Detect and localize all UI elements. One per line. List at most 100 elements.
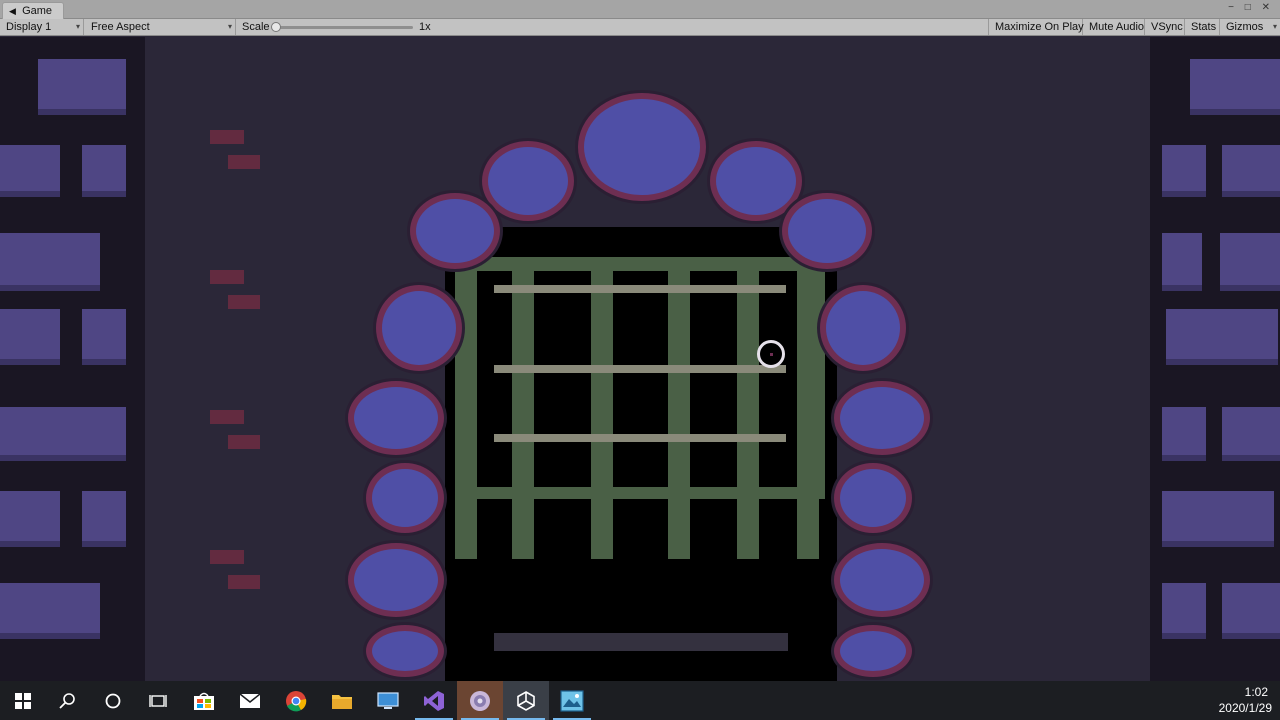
portcullis-grate[interactable] xyxy=(455,257,825,559)
unity-icon[interactable] xyxy=(503,681,549,720)
grate-bar xyxy=(668,257,690,559)
game-toolbar: Display 1 ▾ Free Aspect ▾ Scale 1x Maxim… xyxy=(0,19,1280,36)
stats-toggle[interactable]: Stats xyxy=(1185,19,1220,35)
image-viewer-icon[interactable] xyxy=(549,681,595,720)
clock-time: 1:02 xyxy=(1244,685,1268,699)
dropdown-caret-icon: ▾ xyxy=(1272,22,1277,31)
arch-stone xyxy=(840,549,924,611)
display-label: Display 1 xyxy=(6,21,52,33)
dropdown-caret-icon: ▾ xyxy=(227,22,232,31)
grate-bar xyxy=(737,257,759,559)
game-viewport[interactable] xyxy=(0,37,1280,681)
wall-brick xyxy=(1162,407,1206,461)
grate-bottom-rail xyxy=(455,487,825,499)
system-clock[interactable]: 1:02 2020/1/29 xyxy=(1219,684,1272,716)
scale-slider-track[interactable] xyxy=(277,26,413,29)
remote-desktop-icon[interactable] xyxy=(365,681,411,720)
arch-stone xyxy=(382,291,456,365)
arch-stone xyxy=(840,469,906,527)
scale-value: 1x xyxy=(419,21,431,33)
store-icon[interactable] xyxy=(181,681,227,720)
floor-decal xyxy=(210,270,244,284)
wall-brick xyxy=(1162,491,1274,547)
maximize-on-play-label: Maximize On Play xyxy=(995,21,1084,33)
scale-slider-thumb[interactable] xyxy=(271,22,281,32)
wall-brick xyxy=(82,491,126,547)
close-icon[interactable]: ✕ xyxy=(1262,2,1274,13)
gizmos-label: Gizmos xyxy=(1226,21,1264,33)
wall-brick xyxy=(1190,59,1280,115)
floor-decal xyxy=(210,130,244,144)
floor-decal xyxy=(210,550,244,564)
wall-brick xyxy=(1222,407,1280,461)
clock-date: 2020/1/29 xyxy=(1218,701,1272,715)
wall-brick xyxy=(1162,145,1206,197)
dropdown-caret-icon: ▾ xyxy=(75,22,80,31)
search-icon[interactable] xyxy=(45,681,91,720)
floor-decal xyxy=(228,575,260,589)
windows-taskbar: 1:02 2020/1/29 xyxy=(0,681,1280,720)
arch-stone xyxy=(584,99,700,195)
wall-brick xyxy=(1222,145,1280,197)
wall-brick xyxy=(1162,583,1206,639)
tab-game-label: Game xyxy=(22,5,53,17)
floor-decal xyxy=(228,435,260,449)
floor-step xyxy=(494,633,788,651)
arch-stone xyxy=(826,291,900,365)
stats-label: Stats xyxy=(1191,21,1217,33)
scale-label: Scale xyxy=(242,21,270,33)
vsync-label: VSync xyxy=(1151,21,1183,33)
wall-brick xyxy=(38,59,126,115)
editor-tab-bar: ◀ Game − □ ✕ xyxy=(0,0,1280,19)
arch-stone xyxy=(716,147,796,215)
cortana-icon[interactable] xyxy=(90,681,136,720)
display-dropdown[interactable]: Display 1 ▾ xyxy=(0,19,84,35)
wall-brick xyxy=(0,309,60,365)
app-icon[interactable] xyxy=(457,681,503,720)
grate-crossbar xyxy=(494,434,786,442)
arch-stone xyxy=(488,147,568,215)
mute-audio-label: Mute Audio xyxy=(1089,21,1145,33)
grate-crossbar xyxy=(494,285,786,293)
grate-crossbar xyxy=(494,365,786,373)
arch-stone xyxy=(840,631,906,671)
chrome-icon[interactable] xyxy=(273,681,319,720)
game-tab-icon: ◀ xyxy=(9,6,16,16)
floor-decal xyxy=(228,155,260,169)
windows-start-icon[interactable] xyxy=(0,681,46,720)
wall-brick xyxy=(1222,583,1280,639)
wall-brick xyxy=(1166,309,1278,365)
visual-studio-icon[interactable] xyxy=(411,681,457,720)
grate-bar xyxy=(455,257,477,559)
tab-game[interactable]: ◀ Game xyxy=(2,2,64,19)
left-wall xyxy=(0,37,145,681)
grate-bar xyxy=(591,257,613,559)
gizmos-dropdown[interactable]: Gizmos ▾ xyxy=(1220,19,1280,35)
floor-decal xyxy=(210,410,244,424)
wall-brick xyxy=(0,407,126,461)
grate-bar xyxy=(797,257,819,559)
wall-brick xyxy=(82,309,126,365)
wall-brick xyxy=(0,233,100,291)
wall-brick xyxy=(0,583,100,639)
arch-stone xyxy=(354,387,438,449)
task-view-icon[interactable] xyxy=(135,681,181,720)
aspect-label: Free Aspect xyxy=(91,21,150,33)
arch-stone xyxy=(354,549,438,611)
arch-stone xyxy=(840,387,924,449)
floor-decal xyxy=(228,295,260,309)
aspect-dropdown[interactable]: Free Aspect ▾ xyxy=(85,19,236,35)
minimize-icon[interactable]: − xyxy=(1228,2,1238,13)
file-explorer-icon[interactable] xyxy=(319,681,365,720)
maximize-icon[interactable]: □ xyxy=(1245,2,1255,13)
mute-audio-toggle[interactable]: Mute Audio xyxy=(1083,19,1145,35)
arch-stone xyxy=(416,199,494,263)
wall-brick xyxy=(1162,233,1202,291)
mail-icon[interactable] xyxy=(227,681,273,720)
arch-stone xyxy=(372,631,438,671)
maximize-on-play-toggle[interactable]: Maximize On Play xyxy=(988,19,1084,35)
arch-stone xyxy=(372,469,438,527)
wall-brick xyxy=(1220,233,1280,291)
vsync-toggle[interactable]: VSync xyxy=(1145,19,1185,35)
crosshair-cursor-icon xyxy=(757,340,785,368)
